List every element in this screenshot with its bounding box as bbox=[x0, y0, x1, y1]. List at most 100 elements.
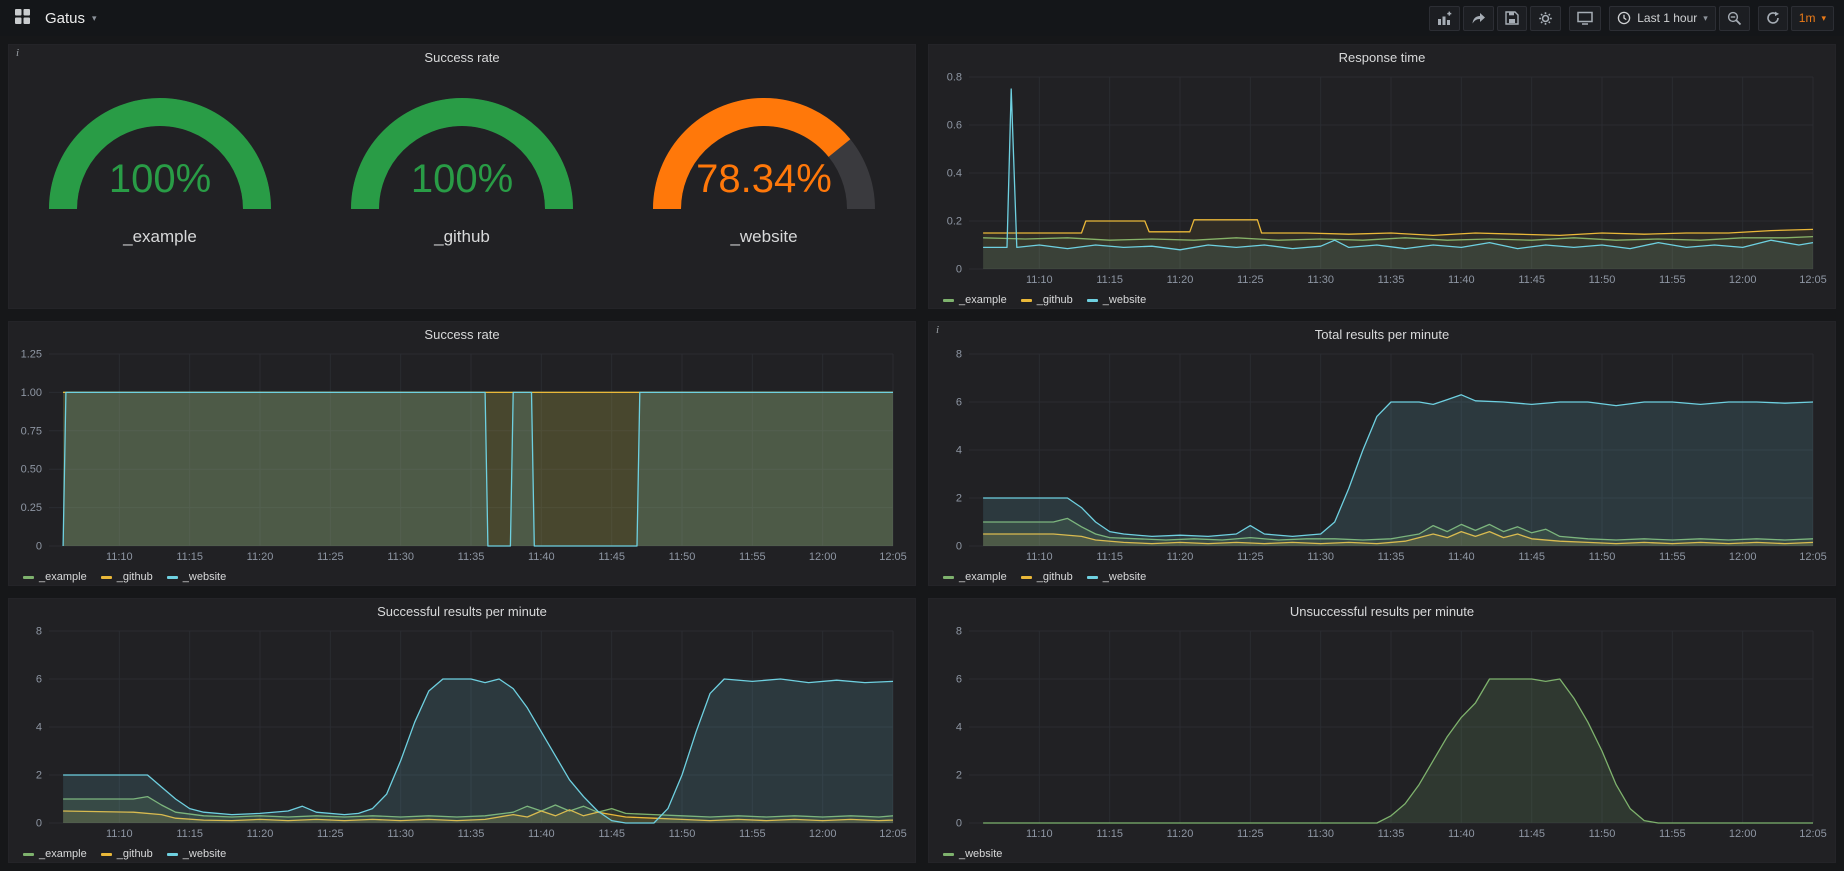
legend-item-github[interactable]: _github bbox=[101, 571, 153, 583]
legend-item-website[interactable]: _website bbox=[1087, 294, 1146, 306]
unsuccessful-results-chart[interactable]: 0246811:1011:1511:2011:2511:3011:3511:40… bbox=[935, 623, 1829, 845]
svg-text:0.50: 0.50 bbox=[21, 464, 42, 476]
panel-title-response-time[interactable]: Response time bbox=[929, 45, 1835, 69]
cycle-view-mode-button[interactable] bbox=[1569, 6, 1601, 31]
legend-series-color-dash bbox=[943, 299, 954, 302]
gauge-github: 100% _github bbox=[332, 91, 592, 247]
legend-item-website[interactable]: _website bbox=[167, 571, 226, 583]
svg-text:12:00: 12:00 bbox=[1729, 274, 1757, 286]
legend-item-website[interactable]: _website bbox=[1087, 571, 1146, 583]
legend-item-github[interactable]: _github bbox=[1021, 294, 1073, 306]
monitor-icon bbox=[1577, 11, 1593, 25]
legend-item-github[interactable]: _github bbox=[1021, 571, 1073, 583]
svg-text:11:15: 11:15 bbox=[1096, 828, 1123, 840]
svg-text:11:30: 11:30 bbox=[1307, 551, 1334, 563]
svg-text:11:45: 11:45 bbox=[1518, 828, 1545, 840]
legend-series-color-dash bbox=[1021, 576, 1032, 579]
settings-button[interactable] bbox=[1530, 6, 1561, 31]
svg-text:4: 4 bbox=[956, 722, 962, 734]
gauge-label-example: _example bbox=[123, 227, 197, 247]
legend-item-example[interactable]: _example bbox=[23, 571, 87, 583]
panel-total-results: i Total results per minute 0246811:1011:… bbox=[928, 321, 1836, 586]
svg-text:11:55: 11:55 bbox=[1659, 274, 1686, 286]
svg-text:11:35: 11:35 bbox=[458, 828, 485, 840]
add-panel-button[interactable] bbox=[1429, 6, 1460, 31]
svg-text:11:20: 11:20 bbox=[247, 828, 274, 840]
legend-series-name: _website bbox=[1103, 294, 1146, 306]
svg-text:11:20: 11:20 bbox=[1167, 274, 1194, 286]
successful-results-chart[interactable]: 0246811:1011:1511:2011:2511:3011:3511:40… bbox=[15, 623, 909, 845]
panel-info-icon[interactable]: i bbox=[931, 322, 944, 338]
legend-series-color-dash bbox=[101, 853, 112, 856]
svg-text:11:55: 11:55 bbox=[1659, 828, 1686, 840]
panel-title-success-rate-timeline[interactable]: Success rate bbox=[9, 322, 915, 346]
gauge-label-github: _github bbox=[434, 227, 490, 247]
svg-text:11:40: 11:40 bbox=[1448, 828, 1475, 840]
panel-title-unsuccessful-results[interactable]: Unsuccessful results per minute bbox=[929, 599, 1835, 623]
panel-info-icon[interactable]: i bbox=[11, 45, 24, 61]
svg-text:2: 2 bbox=[956, 770, 962, 782]
legend-item-example[interactable]: _example bbox=[943, 294, 1007, 306]
legend-item-website[interactable]: _website bbox=[167, 848, 226, 860]
svg-text:12:05: 12:05 bbox=[1799, 551, 1827, 563]
svg-text:0.25: 0.25 bbox=[21, 502, 42, 514]
panel-title-total-results[interactable]: Total results per minute bbox=[929, 322, 1835, 346]
svg-text:2: 2 bbox=[956, 493, 962, 505]
legend-item-example[interactable]: _example bbox=[943, 571, 1007, 583]
gauge-website: 78.34% _website bbox=[634, 91, 894, 247]
panel-title-successful-results[interactable]: Successful results per minute bbox=[9, 599, 915, 623]
chart-plot-svg: 00.20.40.60.811:1011:1511:2011:2511:3011… bbox=[935, 69, 1829, 286]
svg-text:11:15: 11:15 bbox=[1096, 551, 1123, 563]
legend-series-color-dash bbox=[1087, 299, 1098, 302]
svg-text:1.00: 1.00 bbox=[21, 387, 42, 399]
svg-text:1.25: 1.25 bbox=[21, 349, 42, 361]
svg-text:11:30: 11:30 bbox=[387, 828, 414, 840]
save-button[interactable] bbox=[1497, 6, 1527, 31]
share-icon bbox=[1471, 11, 1486, 26]
legend-item-example[interactable]: _example bbox=[23, 848, 87, 860]
svg-text:11:10: 11:10 bbox=[106, 551, 133, 563]
response-time-legend: _example _github _website bbox=[929, 291, 1835, 309]
success-rate-chart[interactable]: 00.250.500.751.001.2511:1011:1511:2011:2… bbox=[15, 346, 909, 568]
legend-series-name: _github bbox=[1037, 294, 1073, 306]
total-results-legend: _example _github _website bbox=[929, 568, 1835, 586]
chevron-down-icon: ▾ bbox=[92, 14, 97, 23]
refresh-interval-value: 1m bbox=[1799, 11, 1816, 25]
legend-series-name: _example bbox=[39, 848, 87, 860]
svg-text:11:55: 11:55 bbox=[739, 551, 766, 563]
panel-title-success-rate-gauges[interactable]: Success rate bbox=[9, 45, 915, 69]
dashboard-title-button[interactable]: Gatus ▾ bbox=[39, 6, 103, 31]
svg-text:12:00: 12:00 bbox=[1729, 551, 1757, 563]
svg-text:0.8: 0.8 bbox=[947, 72, 962, 84]
legend-series-name: _github bbox=[117, 848, 153, 860]
gauge-example: 100% _example bbox=[30, 91, 290, 247]
time-range-picker-button[interactable]: Last 1 hour ▾ bbox=[1609, 6, 1716, 31]
response-time-chart[interactable]: 00.20.40.60.811:1011:1511:2011:2511:3011… bbox=[935, 69, 1829, 291]
legend-item-github[interactable]: _github bbox=[101, 848, 153, 860]
svg-text:12:00: 12:00 bbox=[809, 828, 837, 840]
total-results-chart[interactable]: 0246811:1011:1511:2011:2511:3011:3511:40… bbox=[935, 346, 1829, 568]
nav-left: Gatus ▾ bbox=[8, 4, 103, 32]
svg-text:8: 8 bbox=[36, 626, 42, 638]
gauge-value-example: 100% bbox=[30, 159, 290, 199]
svg-text:4: 4 bbox=[956, 445, 962, 457]
legend-item-website[interactable]: _website bbox=[943, 848, 1002, 860]
chevron-down-icon: ▾ bbox=[1821, 14, 1826, 23]
svg-text:11:45: 11:45 bbox=[1518, 551, 1545, 563]
svg-text:11:40: 11:40 bbox=[528, 828, 555, 840]
save-icon bbox=[1505, 11, 1519, 25]
dashboard-grid-button[interactable] bbox=[8, 4, 37, 32]
svg-text:11:10: 11:10 bbox=[1026, 828, 1053, 840]
legend-series-name: _website bbox=[183, 848, 226, 860]
zoom-out-button[interactable] bbox=[1719, 6, 1750, 31]
share-button[interactable] bbox=[1463, 6, 1494, 31]
svg-text:0.4: 0.4 bbox=[947, 168, 962, 180]
svg-text:11:30: 11:30 bbox=[1307, 274, 1334, 286]
refresh-interval-picker-button[interactable]: 1m ▾ bbox=[1791, 6, 1834, 31]
legend-series-name: _github bbox=[117, 571, 153, 583]
svg-text:11:50: 11:50 bbox=[669, 828, 696, 840]
refresh-button[interactable] bbox=[1758, 6, 1788, 31]
zoom-out-icon bbox=[1727, 11, 1742, 26]
legend-series-color-dash bbox=[943, 853, 954, 856]
chart-plot-svg: 0246811:1011:1511:2011:2511:3011:3511:40… bbox=[935, 623, 1829, 840]
